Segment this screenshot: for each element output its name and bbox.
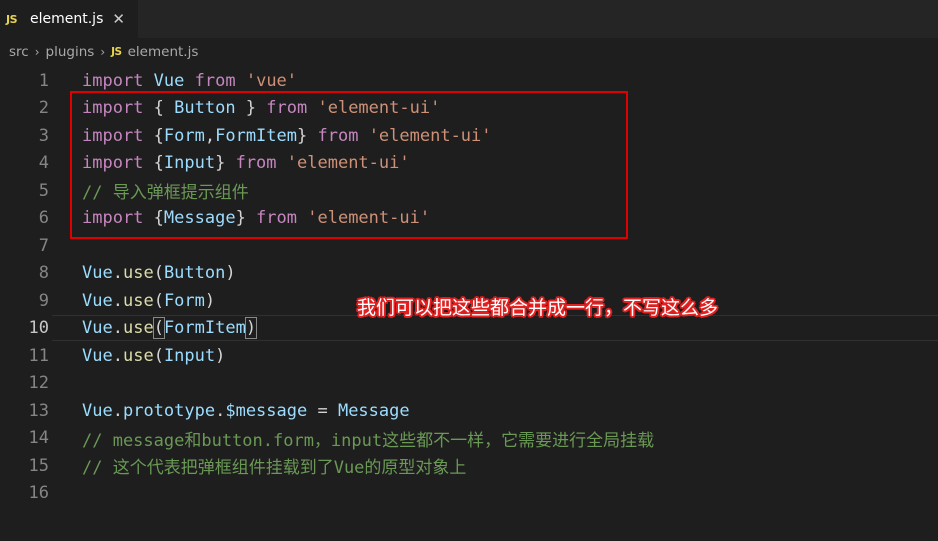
- line-number: 9: [38, 290, 49, 311]
- line-number: 14: [28, 428, 49, 449]
- code-token: (: [153, 263, 164, 284]
- tab-label: element.js: [30, 11, 104, 27]
- chevron-right-icon: ›: [100, 45, 106, 59]
- code-line[interactable]: 15 // 这个代表把弹框组件挂载到了Vue的原型对象上: [0, 452, 938, 480]
- breadcrumb-src[interactable]: src: [9, 44, 29, 60]
- code-token: prototype: [122, 400, 216, 421]
- code-token: Vue: [82, 400, 113, 421]
- code-text: Vue.use(Input): [82, 346, 225, 366]
- javascript-file-icon: JS: [6, 12, 18, 26]
- line-number: 11: [28, 345, 49, 366]
- code-token: =: [307, 400, 338, 421]
- breadcrumb-file[interactable]: element.js: [128, 44, 199, 60]
- code-token: Input: [163, 345, 216, 366]
- code-line[interactable]: 11 Vue.use(Input): [0, 342, 938, 370]
- code-token: (: [153, 290, 164, 311]
- chevron-right-icon: ›: [34, 45, 40, 59]
- code-token: ): [244, 317, 258, 340]
- code-token: Button: [163, 263, 226, 284]
- code-token: .: [215, 400, 226, 421]
- code-token: $message: [225, 400, 308, 421]
- code-text: Vue.prototype.$message = Message: [82, 401, 410, 421]
- line-number: 5: [38, 180, 49, 201]
- tab-bar: JS element.js ✕: [0, 0, 938, 38]
- code-token: use: [122, 263, 154, 284]
- close-icon[interactable]: ✕: [112, 10, 125, 28]
- code-token: ): [225, 263, 236, 284]
- line-number: 15: [28, 455, 49, 476]
- line-number: 4: [38, 153, 49, 174]
- code-token: // message和button.form，input这些都不一样，它需要进行…: [82, 430, 655, 451]
- line-number: 6: [38, 208, 49, 229]
- line-number: 1: [38, 70, 49, 91]
- breadcrumb-plugins[interactable]: plugins: [46, 44, 95, 60]
- code-token: Vue: [82, 290, 113, 311]
- code-token: from: [194, 70, 236, 91]
- code-line[interactable]: 14 // message和button.form，input这些都不一样，它需要…: [0, 425, 938, 453]
- code-text: // 这个代表把弹框组件挂载到了Vue的原型对象上: [82, 453, 466, 478]
- tab-element-js[interactable]: JS element.js ✕: [0, 0, 138, 38]
- code-line[interactable]: 8 Vue.use(Button): [0, 260, 938, 288]
- code-token: (: [152, 317, 165, 340]
- code-text: import Vue from 'vue': [82, 71, 297, 91]
- code-token: Vue: [82, 318, 113, 339]
- code-token: FormItem: [163, 318, 246, 339]
- annotation-note: 我们可以把这些都合并成一行，不写这么多: [357, 297, 719, 319]
- line-number: 16: [28, 483, 49, 504]
- code-token: use: [122, 318, 154, 339]
- code-token: .: [112, 400, 123, 421]
- code-text: Vue.use(FormItem): [82, 317, 258, 340]
- code-token: // 这个代表把弹框组件挂载到了Vue的原型对象上: [82, 458, 467, 479]
- code-token: .: [112, 318, 123, 339]
- code-token: ): [204, 290, 216, 311]
- highlight-box: [70, 91, 628, 239]
- code-token: (: [153, 345, 164, 366]
- code-line[interactable]: 13 Vue.prototype.$message = Message: [0, 397, 938, 425]
- code-text: Vue.use(Button): [82, 263, 236, 283]
- code-token: Form: [163, 290, 205, 311]
- code-token: .: [112, 345, 123, 366]
- line-number: 10: [28, 318, 49, 339]
- line-number: 3: [38, 125, 49, 146]
- line-number: 12: [28, 373, 49, 394]
- code-token: Message: [337, 400, 410, 421]
- code-token: Vue: [82, 345, 113, 366]
- code-token: use: [122, 290, 154, 311]
- breadcrumb: src › plugins › JS element.js: [0, 38, 938, 66]
- line-number: 7: [38, 235, 49, 256]
- code-line[interactable]: 16: [0, 480, 938, 508]
- code-token: Vue: [82, 263, 113, 284]
- line-number: 8: [38, 263, 49, 284]
- code-text: Vue.use(Form): [82, 291, 215, 311]
- code-token: Vue: [153, 70, 185, 91]
- line-number: 2: [38, 98, 49, 119]
- code-token: use: [122, 345, 154, 366]
- code-line[interactable]: 12: [0, 370, 938, 398]
- code-token: ): [215, 345, 226, 366]
- javascript-file-icon: JS: [111, 46, 122, 58]
- code-token: .: [112, 263, 123, 284]
- line-number: 13: [28, 400, 49, 421]
- code-token: .: [112, 290, 123, 311]
- code-token: import: [82, 70, 144, 91]
- code-text: // message和button.form，input这些都不一样，它需要进行…: [82, 426, 654, 451]
- code-token: 'vue': [245, 70, 298, 91]
